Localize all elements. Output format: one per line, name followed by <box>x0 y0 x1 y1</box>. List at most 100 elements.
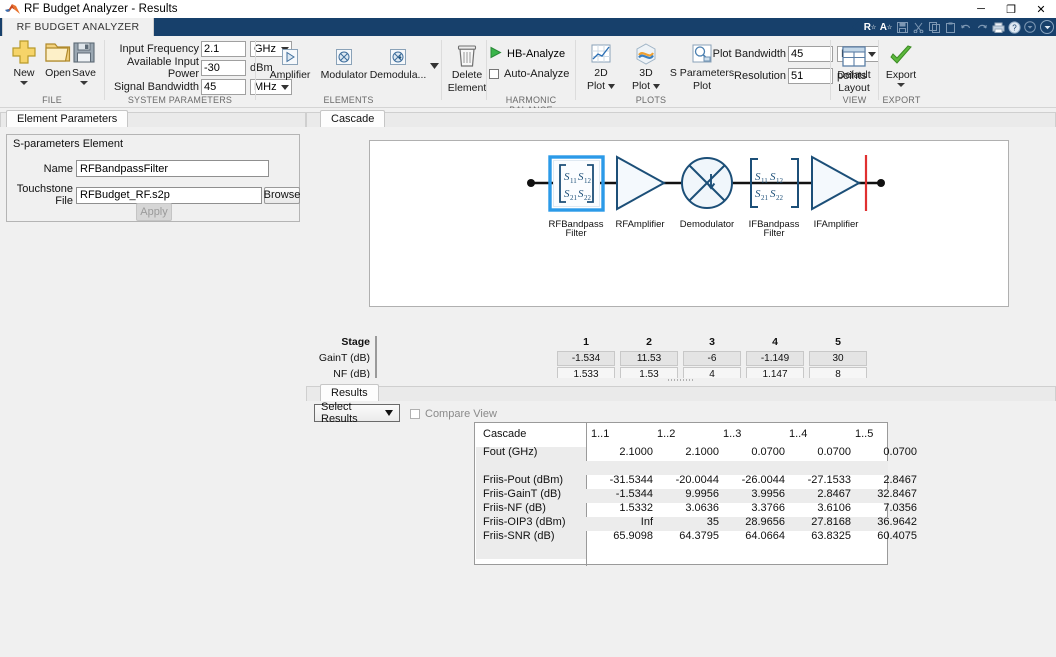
trash-icon <box>456 40 478 68</box>
plot-3d-button[interactable]: 3D Plot <box>625 38 667 92</box>
demodulator-button[interactable]: Demodula... <box>370 44 426 81</box>
results-cell: 60.4075 <box>851 530 917 542</box>
qat-overflow-icon[interactable] <box>1022 19 1038 35</box>
results-cell: -20.0044 <box>653 474 719 486</box>
ribbon: New Open <box>0 36 1056 108</box>
default-layout-button[interactable]: Default Layout <box>832 40 876 94</box>
hb-analyze-button[interactable]: HB-Analyze <box>489 46 565 62</box>
add-shortcut-icon[interactable]: A☆ <box>878 19 894 35</box>
copy-icon[interactable] <box>926 19 942 35</box>
svg-text:IFAmplifier: IFAmplifier <box>814 219 859 230</box>
delete-element-label-line1: Delete <box>452 70 482 81</box>
available-input-power-input[interactable] <box>201 60 246 76</box>
redo-icon[interactable] <box>974 19 990 35</box>
delete-element-button[interactable]: Delete Element <box>445 40 489 94</box>
input-frequency-input[interactable] <box>201 41 246 57</box>
results-table[interactable]: Cascade 1..1 1..2 1..3 1..4 1..5 Fout (G… <box>474 422 888 565</box>
matlab-icon <box>4 2 22 16</box>
results-row-label: Friis-OIP3 (dBm) <box>483 516 566 528</box>
save-dropdown-caret-icon[interactable] <box>80 81 88 85</box>
bottom-tabstrip-bg <box>306 386 1056 401</box>
demodulator-label: Demodula... <box>370 70 427 81</box>
window-controls: ─ ❐ ✕ <box>966 0 1056 18</box>
results-corner-label: Cascade <box>483 428 526 440</box>
stage-header: 5 <box>809 336 867 348</box>
stage-header: 2 <box>620 336 678 348</box>
results-cell: 2.8467 <box>785 488 851 500</box>
available-input-power-row: Available Input Power dBm <box>105 60 273 76</box>
save-icon[interactable] <box>894 19 910 35</box>
undo-icon[interactable] <box>958 19 974 35</box>
svg-text:21: 21 <box>761 194 769 202</box>
stage-row-label: Stage <box>306 336 370 348</box>
stage-header: 3 <box>683 336 741 348</box>
maximize-button[interactable]: ❐ <box>996 0 1026 18</box>
svg-text:RFAmplifier: RFAmplifier <box>615 219 664 230</box>
input-frequency-label: Input Frequency <box>105 43 199 55</box>
auto-analyze-label: Auto-Analyze <box>504 68 569 80</box>
amplifier-button[interactable]: Amplifier <box>262 44 318 81</box>
gaint-cell[interactable]: -1.149 <box>746 351 804 366</box>
elements-more-caret-icon[interactable] <box>430 60 439 72</box>
cascade-canvas[interactable]: S 11 S 12 S 21 S 22 S 11 S 1 <box>369 140 1009 307</box>
name-input[interactable] <box>76 160 269 177</box>
bottom-panel-tabstrip: Results <box>306 382 1056 401</box>
touchstone-file-input[interactable] <box>76 187 262 204</box>
print-icon[interactable] <box>990 19 1006 35</box>
browse-button[interactable]: Browse <box>264 187 300 204</box>
gaint-cell[interactable]: -6 <box>683 351 741 366</box>
paste-icon[interactable] <box>942 19 958 35</box>
export-button[interactable]: Export <box>879 40 923 87</box>
signal-bandwidth-input[interactable] <box>201 79 246 95</box>
plot-3d-caret-icon[interactable] <box>653 80 660 92</box>
restore-default-icon[interactable]: R☆ <box>862 19 878 35</box>
ribbon-group-delete-element: Delete Element <box>442 36 492 108</box>
gaint-cell[interactable]: 11.53 <box>620 351 678 366</box>
save-button[interactable]: Save <box>62 38 106 85</box>
customize-qat-icon[interactable] <box>1040 20 1054 34</box>
svg-text:11: 11 <box>570 177 577 185</box>
gaint-row-label: GainT (dB) <box>306 352 370 364</box>
gaint-cell[interactable]: -1.534 <box>557 351 615 366</box>
name-row: Name <box>7 160 301 177</box>
stage-header: 4 <box>746 336 804 348</box>
new-dropdown-caret-icon[interactable] <box>20 81 28 85</box>
amplifier-label: Amplifier <box>270 70 311 81</box>
ribbon-group-view: Default Layout VIEW <box>831 36 878 108</box>
rf-budget-analyzer-window: RF Budget Analyzer - Results ─ ❐ ✕ RF BU… <box>0 0 1056 657</box>
demodulator-icon <box>388 44 408 70</box>
help-icon[interactable]: ? <box>1006 19 1022 35</box>
apply-button[interactable]: Apply <box>136 203 172 221</box>
checkbox-icon <box>489 69 499 79</box>
group-label-system-parameters: SYSTEM PARAMETERS <box>105 95 255 107</box>
row-stripe <box>476 461 888 475</box>
auto-analyze-checkbox[interactable]: Auto-Analyze <box>489 68 569 80</box>
results-row-label: Friis-SNR (dB) <box>483 530 555 542</box>
resolution-input[interactable] <box>788 68 833 84</box>
modulator-button[interactable]: Modulator <box>316 44 372 81</box>
window-title: RF Budget Analyzer - Results <box>24 3 178 15</box>
ribbon-tab-strip: RF BUDGET ANALYZER R☆ A☆ <box>0 18 1056 36</box>
export-dropdown-caret-icon[interactable] <box>897 83 905 87</box>
plot-2d-caret-icon[interactable] <box>608 80 615 92</box>
select-results-dropdown[interactable]: Select Results <box>314 404 400 422</box>
signal-bandwidth-label: Signal Bandwidth <box>105 81 199 93</box>
svg-text:12: 12 <box>584 177 592 185</box>
plot-bandwidth-input[interactable] <box>788 46 833 62</box>
compare-view-checkbox[interactable]: Compare View <box>410 408 497 420</box>
results-cell: 27.8168 <box>785 516 851 528</box>
results-cell: 3.9956 <box>719 488 785 500</box>
plot-2d-button[interactable]: 2D Plot <box>580 38 622 92</box>
cut-icon[interactable] <box>910 19 926 35</box>
close-button[interactable]: ✕ <box>1026 0 1056 18</box>
save-label: Save <box>72 68 96 79</box>
tab-element-parameters[interactable]: Element Parameters <box>6 110 128 127</box>
tab-rf-budget-analyzer[interactable]: RF BUDGET ANALYZER <box>2 18 154 36</box>
gaint-cell[interactable]: 30 <box>809 351 867 366</box>
tab-results[interactable]: Results <box>320 384 379 401</box>
tab-cascade[interactable]: Cascade <box>320 110 385 127</box>
results-row-label: Fout (GHz) <box>483 446 537 458</box>
minimize-button[interactable]: ─ <box>966 0 996 18</box>
export-label: Export <box>886 70 916 81</box>
plot-2d-label-line2: Plot <box>587 81 605 92</box>
